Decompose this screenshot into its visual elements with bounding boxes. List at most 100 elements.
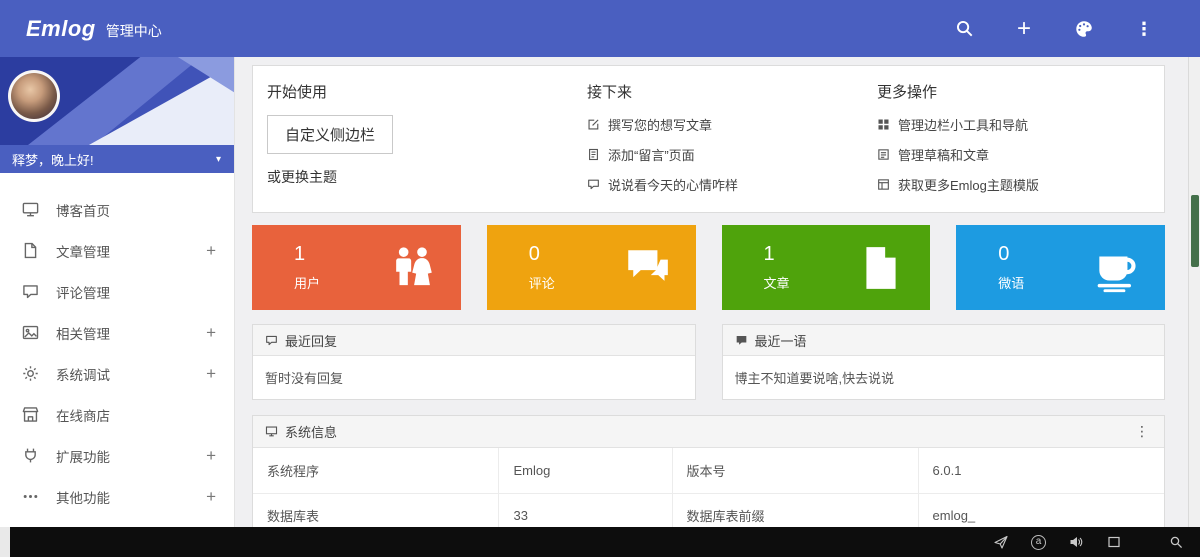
- scrollbar-thumb[interactable]: [1191, 195, 1199, 267]
- sidebar-item-system-debug[interactable]: 系统调试 +: [0, 353, 234, 394]
- recent-replies-body: 暂时没有回复: [253, 356, 695, 399]
- sidebar: 释梦，晚上好! ▾ 博客首页 文章管理 +: [0, 57, 235, 527]
- user-avatar[interactable]: [8, 70, 60, 122]
- manage-drafts-link[interactable]: 管理草稿和文章: [877, 145, 1150, 164]
- info-panels: 最近回复 暂时没有回复 最近一语 博主不知道要说啥,快去说说: [252, 324, 1165, 400]
- stat-articles[interactable]: 1 文章: [722, 225, 931, 310]
- chat-icon: [587, 178, 600, 191]
- palette-icon[interactable]: [1072, 17, 1096, 41]
- document-icon: [22, 242, 39, 259]
- plug-icon: [22, 447, 39, 464]
- stat-text: 0 微语: [998, 243, 1024, 292]
- sidebar-item-extensions[interactable]: 扩展功能 +: [0, 435, 234, 476]
- link-label: 说说看今天的心情咋样: [608, 175, 738, 194]
- table-cell: 系统程序: [253, 448, 499, 493]
- sidebar-item-blog-home[interactable]: 博客首页: [0, 189, 234, 230]
- window-icon[interactable]: [1106, 534, 1122, 550]
- brand-name: Emlog: [26, 16, 96, 42]
- recent-note-body: 博主不知道要说啥,快去说说: [723, 356, 1165, 399]
- recent-replies-header: 最近回复: [253, 325, 695, 356]
- table-cell: Emlog: [499, 448, 672, 493]
- stat-users[interactable]: 1 用户: [252, 225, 461, 310]
- more-actions-list: 管理边栏小工具和导航 管理草稿和文章 获取更多Eml: [877, 115, 1150, 194]
- panel-kebab-icon[interactable]: ⋮: [1132, 423, 1152, 440]
- admin-center-title: 管理中心: [106, 21, 162, 41]
- coffee-icon: [1091, 243, 1141, 293]
- stat-value: 1: [294, 243, 320, 266]
- sidebar-item-others[interactable]: 其他功能 +: [0, 476, 234, 517]
- expand-plus-icon[interactable]: +: [206, 364, 216, 384]
- topbar-actions: + ⋮: [952, 17, 1156, 41]
- stat-value: 0: [998, 243, 1024, 266]
- sidebar-menu: 博客首页 文章管理 + 评论管理: [0, 173, 234, 527]
- sidebar-item-comments[interactable]: 评论管理: [0, 271, 234, 312]
- taskbar-left-strip: [0, 527, 10, 557]
- kebab-menu-icon[interactable]: ⋮: [1132, 17, 1156, 41]
- add-guestbook-page-link[interactable]: 添加“留言”页面: [587, 145, 877, 164]
- sidebar-banner: [0, 57, 234, 145]
- recent-note-panel: 最近一语 博主不知道要说啥,快去说说: [722, 324, 1166, 400]
- speaker-icon[interactable]: [1068, 534, 1084, 550]
- add-icon[interactable]: +: [1012, 17, 1036, 41]
- expand-plus-icon[interactable]: +: [206, 487, 216, 507]
- change-theme-link[interactable]: 或更换主题: [267, 167, 337, 187]
- main-content: 开始使用 自定义侧边栏 或更换主题 接下来 撰写您的想写文章: [235, 57, 1200, 527]
- system-info-header-left: 系统信息: [265, 422, 337, 441]
- sidebar-item-related[interactable]: 相关管理 +: [0, 312, 234, 353]
- getting-started-title: 开始使用: [267, 81, 587, 102]
- sidebar-item-label: 评论管理: [56, 282, 216, 302]
- stat-value: 1: [764, 243, 790, 266]
- stat-text: 1 用户: [294, 243, 320, 292]
- comments-icon: [622, 243, 672, 293]
- image-icon: [22, 324, 39, 341]
- brand-logo[interactable]: Emlog 管理中心: [26, 16, 162, 42]
- link-label: 撰写您的想写文章: [608, 115, 712, 134]
- search-icon[interactable]: [952, 17, 976, 41]
- recent-note-header: 最近一语: [723, 325, 1165, 356]
- customize-sidebar-button[interactable]: 自定义侧边栏: [267, 115, 393, 154]
- stat-label: 评论: [529, 273, 555, 292]
- get-themes-link[interactable]: 获取更多Emlog主题模版: [877, 175, 1150, 194]
- stat-comments[interactable]: 0 评论: [487, 225, 696, 310]
- emlog-admin-screen: Emlog 管理中心 + ⋮: [0, 0, 1200, 557]
- article-icon: [856, 243, 906, 293]
- expand-plus-icon[interactable]: +: [206, 323, 216, 343]
- page-icon: [587, 148, 600, 161]
- sidebar-item-label: 其他功能: [56, 487, 206, 507]
- plane-icon[interactable]: [993, 534, 1009, 550]
- manage-widgets-link[interactable]: 管理边栏小工具和导航: [877, 115, 1150, 134]
- sidebar-item-store[interactable]: 在线商店: [0, 394, 234, 435]
- write-article-link[interactable]: 撰写您的想写文章: [587, 115, 877, 134]
- reply-bubble-icon: [265, 334, 278, 347]
- expand-plus-icon[interactable]: +: [206, 241, 216, 261]
- store-icon: [22, 406, 39, 423]
- table-cell: 33: [499, 493, 672, 527]
- scrollbar[interactable]: [1188, 57, 1200, 527]
- panel-title: 最近回复: [285, 331, 337, 350]
- next-steps-column: 接下来 撰写您的想写文章 添加“留言”页面: [587, 81, 877, 194]
- sidebar-item-label: 在线商店: [56, 405, 216, 425]
- table-cell: emlog_: [918, 493, 1164, 527]
- link-label: 管理边栏小工具和导航: [898, 115, 1028, 134]
- user-greeting-bar[interactable]: 释梦，晚上好! ▾: [0, 145, 234, 173]
- stat-text: 0 评论: [529, 243, 555, 292]
- post-mood-link[interactable]: 说说看今天的心情咋样: [587, 175, 877, 194]
- sidebar-item-articles[interactable]: 文章管理 +: [0, 230, 234, 271]
- stat-label: 微语: [998, 273, 1024, 292]
- drafts-icon: [877, 148, 890, 161]
- system-monitor-icon: [265, 425, 278, 438]
- compose-icon: [587, 118, 600, 131]
- stat-text: 1 文章: [764, 243, 790, 292]
- chevron-down-icon: ▾: [216, 154, 221, 165]
- stat-notes[interactable]: 0 微语: [956, 225, 1165, 310]
- link-label: 获取更多Emlog主题模版: [898, 175, 1039, 194]
- getting-started-column: 开始使用 自定义侧边栏 或更换主题: [267, 81, 587, 194]
- circle-a-icon[interactable]: a: [1031, 535, 1046, 550]
- taskbar-search-icon[interactable]: [1168, 534, 1184, 550]
- sidebar-item-label: 扩展功能: [56, 446, 206, 466]
- expand-plus-icon[interactable]: +: [206, 446, 216, 466]
- system-info-header: 系统信息 ⋮: [253, 416, 1164, 448]
- more-actions-title: 更多操作: [877, 81, 1150, 102]
- note-bubble-icon: [735, 334, 748, 347]
- sidebar-item-label: 相关管理: [56, 323, 206, 343]
